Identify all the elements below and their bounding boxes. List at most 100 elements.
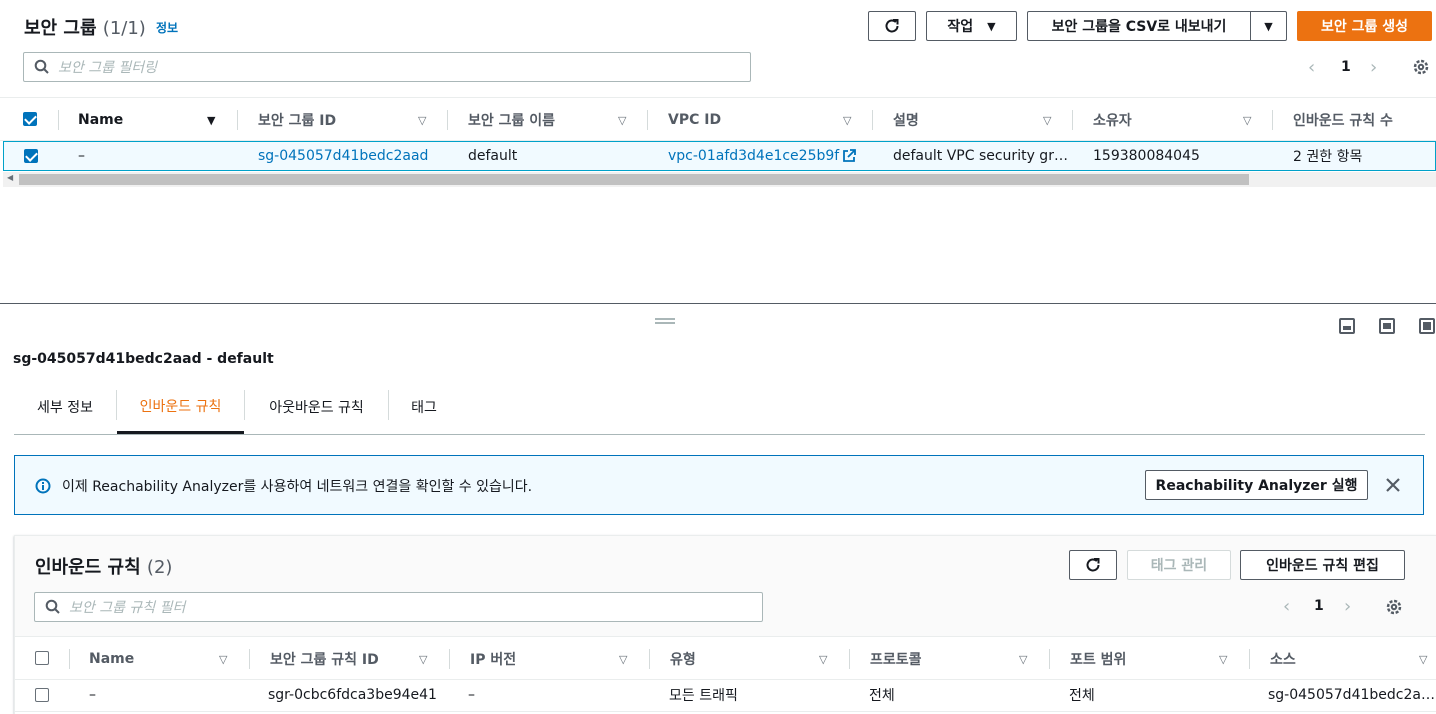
- refresh-icon: [1086, 558, 1100, 572]
- scroll-left-icon[interactable]: ◀: [7, 173, 13, 182]
- sort-icon[interactable]: ▽: [418, 98, 426, 142]
- tab-tags[interactable]: 태그: [389, 380, 459, 434]
- panel-side-icon[interactable]: [1379, 318, 1395, 334]
- sort-icon[interactable]: ▽: [1019, 637, 1027, 681]
- sort-icon[interactable]: ▽: [619, 637, 627, 681]
- sort-icon[interactable]: ▽: [419, 637, 427, 681]
- sort-icon[interactable]: ▼: [207, 98, 215, 142]
- column-header-type[interactable]: 유형: [670, 637, 696, 681]
- detail-title: sg-045057d41bedc2aad - default: [13, 351, 274, 367]
- export-csv-button[interactable]: 보안 그룹을 CSV로 내보내기: [1027, 11, 1251, 41]
- column-header-vpc-id[interactable]: VPC ID: [668, 98, 721, 142]
- scrollbar-thumb[interactable]: [19, 174, 1249, 185]
- split-panel-divider: [0, 303, 1436, 304]
- drag-handle-icon[interactable]: [655, 318, 675, 324]
- sort-icon[interactable]: ▽: [819, 637, 827, 681]
- row-sg-name: default: [468, 148, 518, 164]
- sort-icon[interactable]: ▽: [843, 98, 851, 142]
- selection-count: (1/1): [102, 18, 146, 39]
- inbound-rules-container: 인바운드 규칙 (2) 태그 관리 인바운드 규칙 편집 보안 그룹 규칙 필터…: [14, 535, 1436, 714]
- vpc-id-text: vpc-01afd3d4e1ce25b9f: [668, 148, 840, 164]
- settings-button[interactable]: [1412, 58, 1430, 80]
- info-notice: 이제 Reachability Analyzer를 사용하여 네트워크 연결을 …: [14, 455, 1424, 515]
- select-all-checkbox[interactable]: [23, 112, 37, 126]
- page-number[interactable]: 1: [1341, 59, 1351, 75]
- reachability-analyzer-button[interactable]: Reachability Analyzer 실행: [1145, 470, 1368, 500]
- row-sg-id-link[interactable]: sg-045057d41bedc2aad: [258, 142, 428, 170]
- row-description: default VPC security gr…: [893, 148, 1068, 164]
- horizontal-scrollbar[interactable]: ◀: [3, 172, 1436, 187]
- column-divider: [447, 110, 448, 130]
- chevron-right-icon[interactable]: ›: [1344, 596, 1351, 617]
- tab-outbound-rules[interactable]: 아웃바운드 규칙: [245, 380, 388, 434]
- row-checkbox[interactable]: [35, 688, 49, 702]
- column-header-inbound-count[interactable]: 인바운드 규칙 수: [1293, 98, 1393, 142]
- close-icon[interactable]: [1385, 477, 1401, 493]
- actions-dropdown[interactable]: 작업 ▼: [926, 11, 1017, 41]
- row-owner: 159380084045: [1093, 148, 1200, 164]
- search-placeholder: 보안 그룹 필터링: [58, 60, 158, 76]
- external-link-icon: [843, 149, 857, 162]
- caret-down-icon: ▼: [1264, 19, 1273, 33]
- refresh-button[interactable]: [868, 11, 916, 41]
- column-header-name[interactable]: Name: [89, 637, 134, 681]
- rules-table-header: Name ▽ 보안 그룹 규칙 ID ▽ IP 버전 ▽ 유형 ▽ 프로토콜 ▽…: [15, 636, 1436, 680]
- column-header-protocol[interactable]: 프로토콜: [870, 637, 922, 681]
- column-header-rule-id[interactable]: 보안 그룹 규칙 ID: [270, 637, 379, 681]
- column-header-sg-id[interactable]: 보안 그룹 ID: [258, 98, 336, 142]
- column-header-owner[interactable]: 소유자: [1093, 98, 1132, 142]
- edit-inbound-rules-button[interactable]: 인바운드 규칙 편집: [1240, 550, 1405, 580]
- column-divider: [249, 649, 250, 669]
- chevron-left-icon[interactable]: ‹: [1308, 57, 1315, 78]
- security-group-search-input[interactable]: 보안 그룹 필터링: [23, 52, 751, 82]
- column-divider: [237, 110, 238, 130]
- rule-source: sg-045057d41bedc2a…: [1268, 687, 1435, 703]
- select-all-rules-checkbox[interactable]: [35, 651, 49, 665]
- chevron-left-icon[interactable]: ‹: [1283, 596, 1290, 617]
- column-header-sg-name[interactable]: 보안 그룹 이름: [468, 98, 555, 142]
- tab-details[interactable]: 세부 정보: [14, 380, 116, 434]
- sort-icon[interactable]: ▽: [1043, 98, 1051, 142]
- column-header-description[interactable]: 설명: [893, 98, 919, 142]
- tabs-underline: [14, 434, 1425, 435]
- sort-icon[interactable]: ▽: [1419, 637, 1427, 681]
- info-link[interactable]: 정보: [156, 19, 178, 36]
- table-row[interactable]: – sg-045057d41bedc2aad default vpc-01afd…: [3, 141, 1436, 171]
- sort-icon[interactable]: ▽: [618, 98, 626, 142]
- column-divider: [449, 649, 450, 669]
- create-label: 보안 그룹 생성: [1320, 19, 1409, 35]
- column-divider: [1072, 110, 1073, 130]
- column-header-port-range[interactable]: 포트 범위: [1070, 637, 1126, 681]
- page-title-text: 보안 그룹: [24, 18, 97, 39]
- row-vpc-id-link[interactable]: vpc-01afd3d4e1ce25b9f: [668, 142, 857, 170]
- edit-inbound-label: 인바운드 규칙 편집: [1266, 558, 1379, 574]
- rule-port-range: 전체: [1069, 688, 1095, 704]
- export-options-dropdown[interactable]: ▼: [1250, 11, 1287, 41]
- search-icon: [34, 59, 49, 74]
- column-header-source[interactable]: 소스: [1270, 637, 1296, 681]
- column-divider: [1249, 649, 1250, 669]
- panel-full-icon[interactable]: [1419, 318, 1435, 334]
- rule-id: sgr-0cbc6fdca3be94e41: [268, 687, 437, 703]
- table-row[interactable]: – sgr-0cbc6fdca3be94e41 – 모든 트래픽 전체 전체 s…: [15, 680, 1436, 712]
- column-header-ip-version[interactable]: IP 버전: [470, 637, 516, 681]
- inbound-refresh-button[interactable]: [1069, 550, 1117, 580]
- column-header-name[interactable]: Name: [78, 98, 123, 142]
- rule-search-input[interactable]: 보안 그룹 규칙 필터: [34, 592, 763, 622]
- rule-search-placeholder: 보안 그룹 규칙 필터: [69, 600, 186, 616]
- sort-icon[interactable]: ▽: [1219, 637, 1227, 681]
- chevron-right-icon[interactable]: ›: [1370, 57, 1377, 78]
- tab-inbound-rules[interactable]: 인바운드 규칙: [117, 380, 244, 434]
- row-checkbox[interactable]: [24, 149, 38, 163]
- manage-tags-button[interactable]: 태그 관리: [1127, 550, 1231, 580]
- column-divider: [647, 110, 648, 130]
- rule-name: –: [89, 687, 96, 703]
- column-divider: [58, 110, 59, 130]
- panel-bottom-icon[interactable]: [1339, 318, 1355, 334]
- inbound-page-number[interactable]: 1: [1314, 598, 1324, 614]
- sort-icon[interactable]: ▽: [1243, 98, 1251, 142]
- create-security-group-button[interactable]: 보안 그룹 생성: [1297, 11, 1432, 41]
- page-title: 보안 그룹 (1/1): [24, 14, 146, 40]
- inbound-settings-button[interactable]: [1385, 598, 1403, 620]
- sort-icon[interactable]: ▽: [219, 637, 227, 681]
